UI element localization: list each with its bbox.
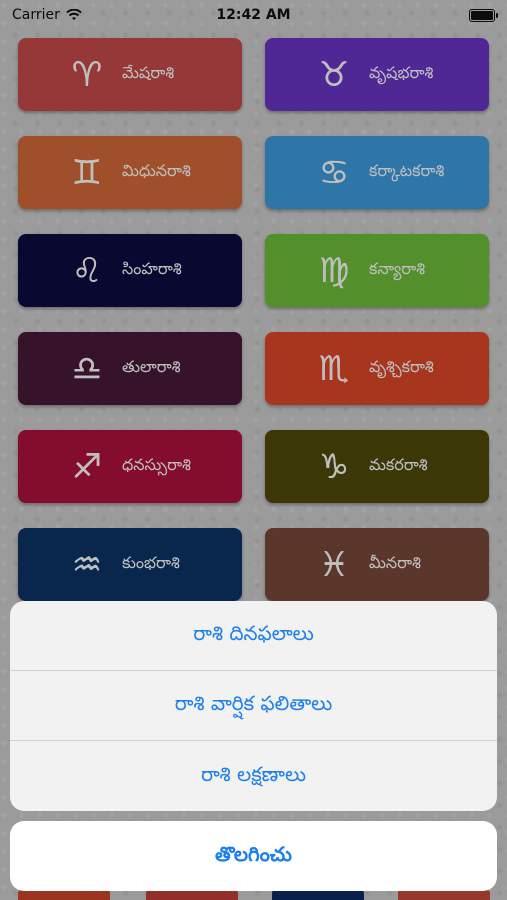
option-daily-horoscope[interactable]: రాశి దినఫలాలు	[10, 601, 497, 671]
option-yearly-horoscope[interactable]: రాశి వార్షిక ఫలితాలు	[10, 671, 497, 741]
cancel-button[interactable]: తొలగించు	[10, 821, 497, 891]
cancel-sheet: తొలగించు	[10, 821, 497, 891]
option-sign-traits[interactable]: రాశి లక్షణాలు	[10, 741, 497, 811]
action-sheet: రాశి దినఫలాలు రాశి వార్షిక ఫలితాలు రాశి …	[10, 601, 497, 811]
